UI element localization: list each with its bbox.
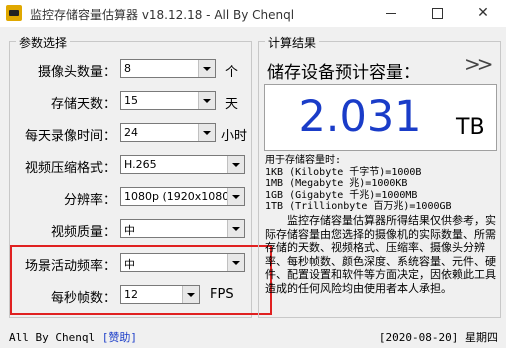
resolution-label: 分辨率： (63, 193, 116, 208)
weekday-text: 星期四 (465, 331, 498, 344)
daily-hours-select[interactable]: 24 (120, 123, 216, 142)
daily-hours-value: 24 (124, 126, 138, 139)
camera-count-unit: 个 (225, 65, 239, 80)
params-legend: 参数选择 (16, 34, 71, 51)
resolution-select[interactable]: 1080p (1920x1080 (120, 187, 245, 206)
result-display: 2.031 TB (264, 84, 497, 151)
unit-line: 1GB (Gigabyte 千兆)=1000MB (265, 189, 418, 201)
quality-select[interactable]: 中 (120, 219, 245, 238)
minimize-icon (386, 12, 396, 14)
maximize-icon (431, 7, 443, 19)
daily-hours-label: 每天录像时间： (24, 129, 116, 144)
maximize-button[interactable] (414, 0, 460, 27)
storage-days-select[interactable]: 15 (120, 91, 216, 110)
units-info: 用于存储容量时: 1KB (Kilobyte 千字节)=1000B 1MB (M… (265, 155, 452, 213)
chevron-down-icon[interactable] (227, 220, 244, 237)
window-title: 监控存储容量估算器 v18.12.18 - All By Chenql (30, 8, 295, 22)
camera-count-label: 摄像头数量： (37, 65, 116, 80)
unit-line: 1KB (Kilobyte 千字节)=1000B (265, 166, 422, 178)
codec-label: 视频压缩格式： (24, 161, 116, 176)
storage-estimate-title: 储存设备预计容量： (267, 63, 420, 83)
codec-value: H.265 (124, 158, 157, 171)
codec-select[interactable]: H.265 (120, 155, 245, 174)
storage-days-unit: 天 (225, 97, 239, 112)
storage-days-value: 15 (124, 94, 138, 107)
chevron-down-icon[interactable] (227, 156, 244, 173)
app-icon (6, 5, 22, 21)
quality-value: 中 (124, 224, 135, 237)
close-button[interactable]: ✕ (460, 0, 506, 27)
result-legend: 计算结果 (265, 34, 320, 51)
status-bar: All By Chenql [赞助] [2020-08-20] 星期四 (0, 324, 506, 348)
expand-icon[interactable]: >> (464, 52, 493, 76)
chevron-down-icon[interactable] (227, 188, 244, 205)
result-unit: TB (456, 115, 485, 140)
daily-hours-unit: 小时 (221, 129, 248, 144)
unit-line: 1TB (Trillionbyte 百万兆)=1000GB (265, 201, 452, 212)
chevron-down-icon[interactable] (198, 60, 215, 77)
minimize-button[interactable] (368, 0, 414, 27)
chevron-down-icon[interactable] (198, 124, 215, 141)
units-heading: 用于存储容量时: (265, 155, 342, 166)
camera-count-value: 8 (124, 62, 131, 75)
date-text: [2020-08-20] (378, 331, 459, 344)
author-text: All By Chenql (9, 331, 96, 344)
title-bar: 监控存储容量估算器 v18.12.18 - All By Chenql ✕ (0, 0, 506, 27)
status-date-area: [2020-08-20] 星期四 (379, 329, 498, 345)
highlight-box (10, 245, 272, 315)
quality-label: 视频质量： (50, 225, 116, 240)
donate-link[interactable]: [赞助] (102, 331, 137, 344)
result-value: 2.031 (298, 92, 422, 142)
storage-days-label: 存储天数： (50, 97, 116, 112)
status-author-area: All By Chenql [赞助] (9, 329, 137, 345)
camera-count-select[interactable]: 8 (120, 59, 216, 78)
unit-line: 1MB (Megabyte 兆)=1000KB (265, 178, 408, 189)
chevron-down-icon[interactable] (198, 92, 215, 109)
resolution-value: 1080p (1920x1080 (124, 190, 230, 203)
disclaimer-text: 监控存储容量估算器所得结果仅供参考，实际存储容量由您选择的摄像机的实际数量、所需… (265, 214, 496, 295)
